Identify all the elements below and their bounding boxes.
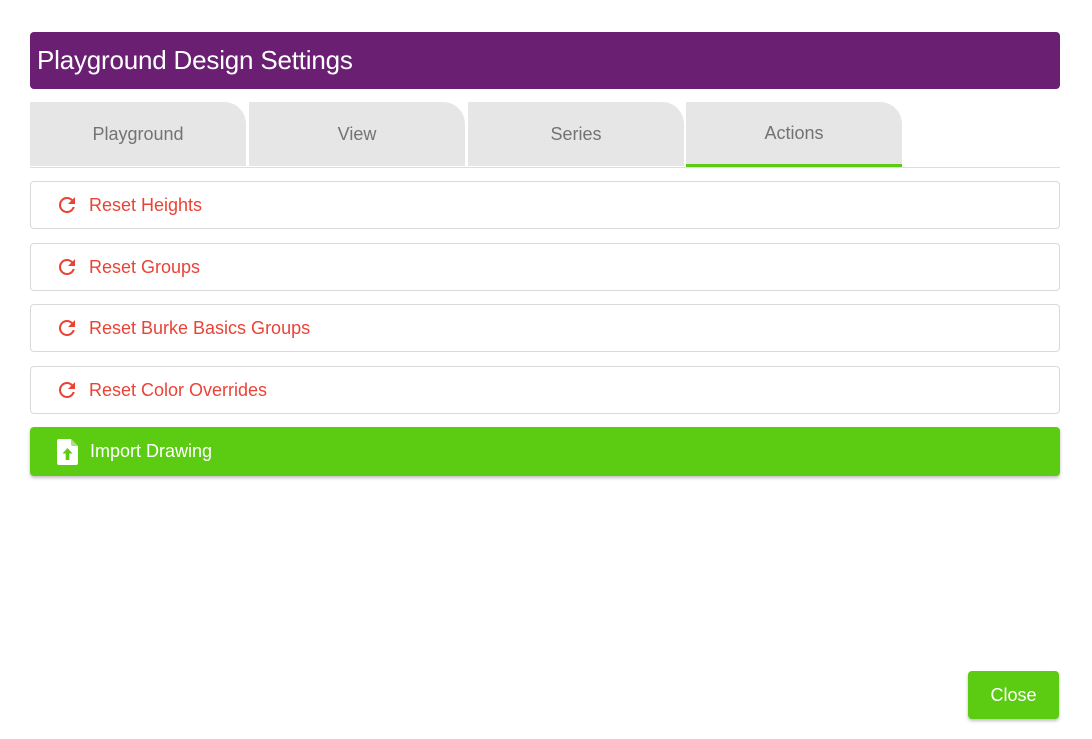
- refresh-icon: [55, 378, 79, 402]
- dialog-header: Playground Design Settings: [30, 32, 1060, 89]
- tab-bar: Playground View Series Actions: [30, 102, 1060, 168]
- import-label: Import Drawing: [90, 441, 213, 461]
- tab-label: View: [337, 123, 377, 144]
- tab-series[interactable]: Series: [468, 102, 684, 166]
- action-label: Reset Burke Basics Groups: [89, 317, 311, 338]
- refresh-icon: [55, 193, 79, 217]
- action-label: Reset Groups: [89, 256, 201, 277]
- reset-burke-basics-groups-button[interactable]: Reset Burke Basics Groups: [30, 304, 1060, 352]
- dialog-title: Playground Design Settings: [37, 45, 353, 75]
- close-button[interactable]: Close: [968, 671, 1059, 719]
- tab-playground[interactable]: Playground: [30, 102, 246, 166]
- refresh-icon: [55, 255, 79, 279]
- file-upload-icon: [56, 438, 80, 465]
- tab-actions[interactable]: Actions: [686, 102, 902, 167]
- reset-groups-button[interactable]: Reset Groups: [30, 243, 1060, 291]
- tab-view[interactable]: View: [249, 102, 465, 166]
- design-settings-dialog: Playground Design Settings Playground Vi…: [0, 0, 1092, 739]
- tab-label: Series: [550, 123, 602, 144]
- import-drawing-button[interactable]: Import Drawing: [30, 427, 1060, 476]
- action-label: Reset Color Overrides: [89, 379, 268, 400]
- reset-color-overrides-button[interactable]: Reset Color Overrides: [30, 366, 1060, 414]
- reset-heights-button[interactable]: Reset Heights: [30, 181, 1060, 229]
- tab-label: Playground: [92, 123, 184, 144]
- refresh-icon: [55, 316, 79, 340]
- action-label: Reset Heights: [89, 194, 203, 215]
- tab-label: Actions: [764, 122, 824, 143]
